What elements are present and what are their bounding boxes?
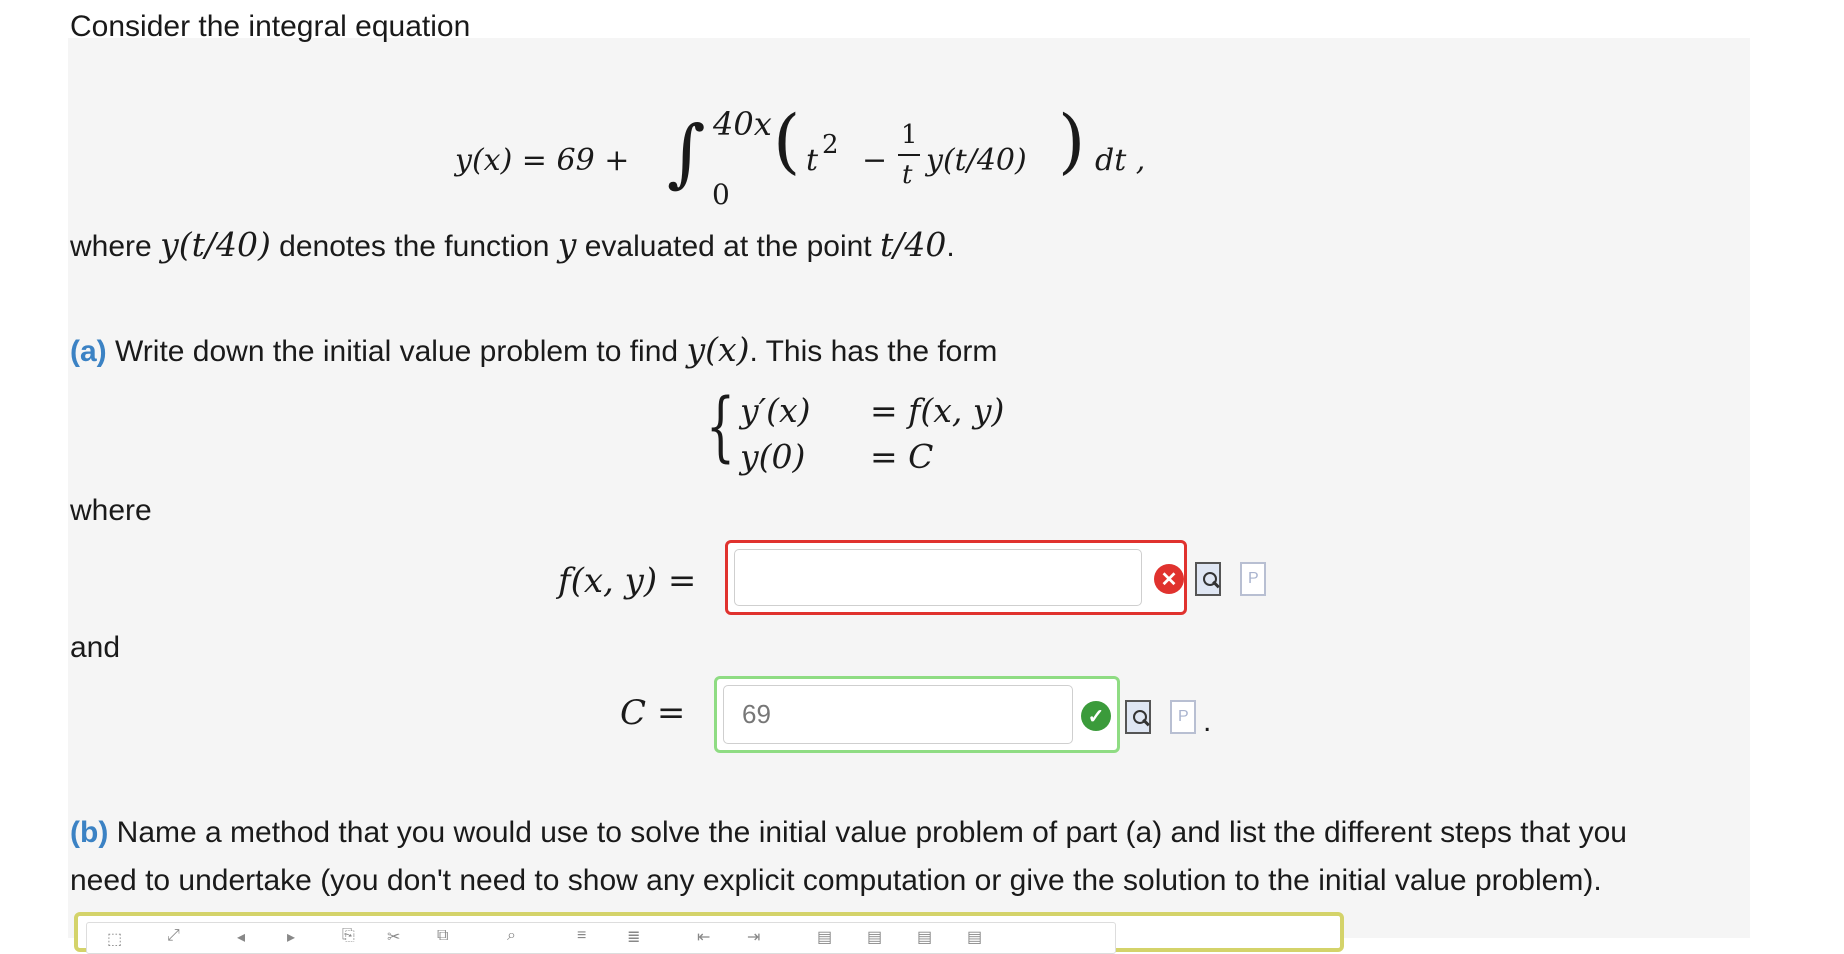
- where-label: where: [70, 494, 152, 527]
- c-answer-input[interactable]: 69: [723, 685, 1073, 744]
- f-answer-wrapper: ✕: [725, 540, 1187, 615]
- fraction-den: t: [902, 160, 913, 190]
- dt-text: dt ,: [1095, 143, 1146, 178]
- align-left-icon[interactable]: ▤: [817, 927, 832, 947]
- where-end: .: [946, 230, 955, 263]
- part-a-text2: . This has the form: [749, 335, 998, 368]
- t-base: t: [806, 143, 819, 178]
- undo-icon[interactable]: ◂: [237, 927, 245, 947]
- p-icon[interactable]: P: [1170, 700, 1196, 734]
- part-a-label: (a): [70, 335, 107, 368]
- part-b-label: (b): [70, 816, 109, 849]
- y-of-t: y(t/40): [926, 143, 1027, 178]
- and-label: and: [70, 631, 121, 664]
- system-l1: y′(x): [740, 391, 811, 430]
- part-b-text1: Name a method that you would use to solv…: [116, 816, 1627, 849]
- justify-icon[interactable]: ▤: [967, 927, 982, 947]
- fraction-bar: [898, 154, 920, 156]
- outdent-icon[interactable]: ⇤: [697, 927, 710, 947]
- align-center-icon[interactable]: ▤: [867, 927, 882, 947]
- c-label: C =: [620, 693, 686, 733]
- system-brace: {: [706, 381, 736, 470]
- redo-icon[interactable]: ▸: [287, 927, 295, 947]
- copy-icon[interactable]: ⧉: [437, 927, 448, 945]
- t-exponent: 2: [822, 130, 839, 160]
- c-answer-wrapper: 69 ✓: [714, 676, 1120, 753]
- system-r1: = f(x, y): [870, 391, 1005, 430]
- correct-icon: ✓: [1081, 701, 1111, 731]
- where-mid: denotes the function: [279, 230, 550, 263]
- find-icon[interactable]: ⌕: [507, 927, 516, 945]
- indent-icon[interactable]: ⇥: [747, 927, 760, 947]
- part-a-yx: y(x): [686, 330, 750, 369]
- f-label: f(x, y) =: [558, 561, 697, 601]
- maximize-icon[interactable]: ⤢: [167, 927, 180, 945]
- p-icon[interactable]: P: [1240, 562, 1266, 596]
- system-l2: y(0): [740, 437, 806, 476]
- bullet-list-icon[interactable]: ≣: [627, 927, 640, 947]
- c-period: .: [1203, 705, 1212, 738]
- source-icon[interactable]: ⬚: [107, 929, 122, 949]
- where-func: y(t/40): [160, 225, 271, 264]
- preview-icon[interactable]: [1125, 700, 1151, 734]
- lower-limit: 0: [712, 178, 730, 211]
- upper-limit: 40x: [713, 105, 772, 143]
- minus-sign: −: [862, 143, 888, 178]
- where-pre: where: [70, 230, 152, 263]
- equation-lhs: y(x) = 69 +: [455, 143, 630, 178]
- preview-icon[interactable]: [1195, 562, 1221, 596]
- paste-icon[interactable]: ⎘: [342, 927, 355, 945]
- editor-toolbar: ⬚ ⤢ ◂ ▸ ⎘ ✂ ⧉ ⌕ ≡ ≣ ⇤ ⇥ ▤ ▤ ▤ ▤: [86, 922, 1116, 954]
- align-right-icon[interactable]: ▤: [917, 927, 932, 947]
- left-paren: (: [773, 100, 801, 182]
- fraction-num: 1: [901, 120, 918, 150]
- system-r2: = C: [870, 437, 934, 476]
- answer-editor[interactable]: ⬚ ⤢ ◂ ▸ ⎘ ✂ ⧉ ⌕ ≡ ≣ ⇤ ⇥ ▤ ▤ ▤ ▤: [74, 912, 1344, 954]
- part-b-line1: (b) Name a method that you would use to …: [70, 818, 1627, 848]
- where-point: t/40: [879, 225, 947, 264]
- ordered-list-icon[interactable]: ≡: [577, 927, 586, 945]
- cut-icon[interactable]: ✂: [387, 927, 400, 947]
- right-paren: ): [1058, 100, 1086, 182]
- intro-text: Consider the integral equation: [70, 10, 471, 43]
- error-icon: ✕: [1154, 564, 1184, 594]
- part-b-line2: need to undertake (you don't need to sho…: [70, 864, 1602, 897]
- where-y: y: [557, 225, 577, 264]
- integral-sign: ∫: [667, 110, 706, 196]
- f-answer-input[interactable]: [734, 549, 1142, 606]
- part-a-text: Write down the initial value problem to …: [115, 335, 679, 368]
- where-post: evaluated at the point: [584, 230, 872, 263]
- where-line: where y(t/40) denotes the function y eva…: [70, 228, 955, 262]
- part-a-prompt: (a) Write down the initial value problem…: [70, 333, 997, 367]
